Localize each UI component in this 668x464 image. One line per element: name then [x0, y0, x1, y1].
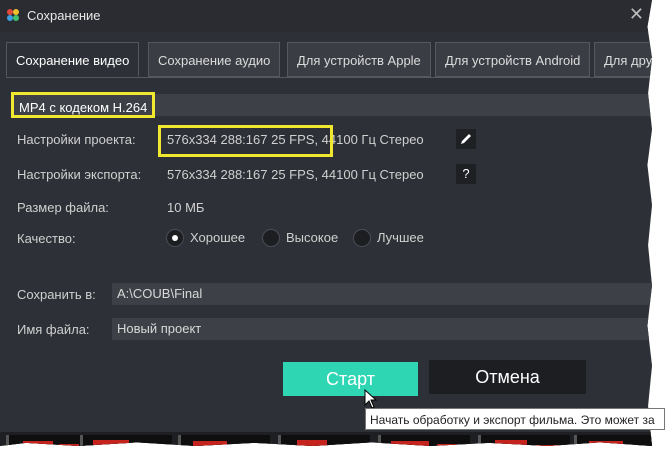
radio-checked-icon[interactable] — [166, 229, 184, 247]
tab-bar: Сохранение видео Сохранение аудио Для ус… — [6, 42, 652, 78]
title-bar: Сохранение ✕ — [0, 0, 652, 32]
start-button[interactable]: Старт — [283, 362, 418, 396]
tab-android-devices[interactable]: Для устройств Android — [435, 42, 591, 77]
tab-other-devices[interactable]: Для дру — [594, 42, 652, 77]
cancel-button[interactable]: Отмена — [429, 360, 586, 394]
timeline-thumbnail — [574, 435, 652, 446]
app-icon — [7, 9, 19, 21]
file-size-label: Размер файла: — [17, 200, 109, 215]
timeline-thumbnail — [278, 435, 370, 446]
radio-unchecked-icon[interactable] — [262, 229, 280, 247]
tab-save-video[interactable]: Сохранение видео — [6, 42, 140, 77]
timeline-thumbnail — [178, 435, 270, 446]
file-name-label: Имя файла: — [17, 322, 90, 337]
quality-label: Качество: — [17, 231, 76, 246]
highlight-frame — [158, 125, 333, 157]
start-tooltip: Начать обработку и экспорт фильма. Это м… — [365, 408, 665, 430]
file-size-value: 10 МБ — [167, 200, 205, 215]
save-to-label: Сохранить в: — [17, 287, 96, 302]
close-icon[interactable]: ✕ — [629, 4, 644, 25]
timeline-thumbnail — [378, 435, 470, 446]
project-settings-label: Настройки проекта: — [17, 132, 136, 147]
save-to-field[interactable]: A:\COUB\Final — [112, 283, 652, 305]
tab-save-audio[interactable]: Сохранение аудио — [148, 42, 281, 77]
radio-unchecked-icon[interactable] — [353, 229, 371, 247]
format-label[interactable]: MP4 с кодеком H.264 — [11, 92, 156, 118]
export-settings-label: Настройки экспорта: — [17, 167, 142, 182]
timeline-thumbnail — [478, 435, 570, 446]
mouse-cursor-icon — [364, 389, 378, 409]
window-title: Сохранение — [27, 8, 101, 23]
tab-apple-devices[interactable]: Для устройств Apple — [287, 42, 431, 77]
timeline-thumbnail — [80, 435, 172, 446]
question-icon[interactable]: ? — [456, 164, 476, 184]
timeline-strip — [0, 432, 652, 446]
file-name-field[interactable]: Новый проект — [112, 318, 652, 340]
export-settings-value: 576x334 288:167 25 FPS, 44100 Гц Стерео — [167, 167, 424, 182]
save-dialog: Сохранение ✕ Сохранение видео Сохранение… — [0, 0, 652, 446]
pencil-icon[interactable] — [456, 129, 476, 149]
